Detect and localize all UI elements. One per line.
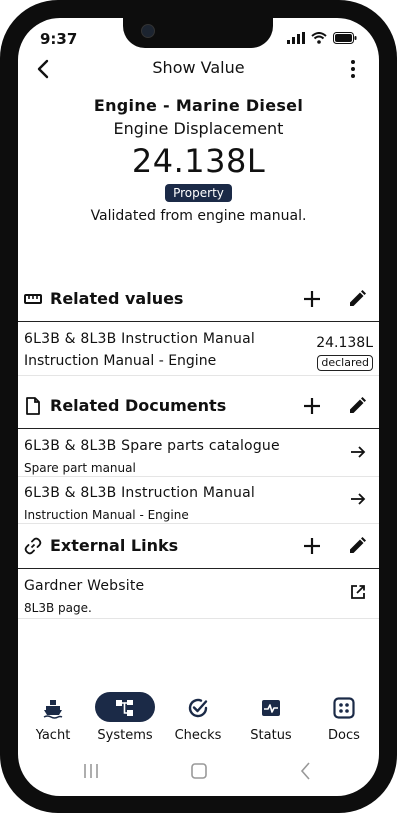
declared-tag: declared: [317, 355, 373, 371]
nav-label: Yacht: [35, 728, 71, 743]
value-name: Engine Displacement: [113, 119, 284, 138]
docs-grid-icon: [333, 697, 355, 719]
ship-icon: [43, 700, 63, 719]
related-documents-header: Related Documents: [18, 384, 379, 429]
add-related-value-icon[interactable]: [301, 288, 323, 310]
document-subtitle: Spare part manual: [24, 461, 136, 475]
open-external-icon[interactable]: [349, 583, 367, 601]
nav-systems[interactable]: Systems: [90, 688, 160, 748]
document-subtitle: Instruction Manual - Engine: [24, 508, 189, 522]
related-value-title: 6L3B & 8L3B Instruction Manual: [24, 331, 255, 347]
arrow-right-icon[interactable]: [349, 443, 367, 461]
phone-frame: 9:37 Show Value Engine - Marine Diesel E…: [0, 0, 397, 813]
page-title: Show Value: [152, 58, 245, 77]
signal-icon: [287, 32, 305, 44]
add-external-link-icon[interactable]: [301, 535, 323, 557]
value-type-badge: Property: [165, 184, 232, 202]
nav-label: Status: [250, 728, 292, 743]
value-summary: Engine - Marine Diesel Engine Displaceme…: [18, 96, 379, 224]
app-bar: Show Value: [18, 54, 379, 84]
pulse-icon: [262, 700, 280, 716]
nav-docs[interactable]: Docs: [309, 688, 379, 748]
wifi-icon: [311, 32, 327, 44]
value-amount: 24.138L: [131, 142, 266, 180]
nav-label: Systems: [97, 728, 153, 743]
system-back-icon[interactable]: [296, 761, 316, 781]
bottom-navigation: Yacht Systems Checks Status Docs: [18, 688, 379, 748]
external-link-row[interactable]: Gardner Website 8L3B page.: [18, 570, 379, 619]
nav-yacht[interactable]: Yacht: [18, 688, 88, 748]
nav-checks[interactable]: Checks: [163, 688, 233, 748]
nav-label: Checks: [174, 728, 222, 743]
external-link-subtitle: 8L3B page.: [24, 601, 92, 615]
more-vertical-icon[interactable]: [341, 57, 365, 81]
home-icon[interactable]: [189, 761, 209, 781]
recent-apps-icon[interactable]: [81, 761, 101, 781]
nav-status[interactable]: Status: [236, 688, 306, 748]
external-link-title: Gardner Website: [24, 578, 145, 594]
external-links-header: External Links: [18, 524, 379, 569]
value-note: Validated from engine manual.: [90, 208, 307, 224]
edit-related-values-icon[interactable]: [347, 289, 367, 309]
related-values-header: Related values: [18, 277, 379, 322]
ruler-icon: [24, 294, 42, 304]
nav-label: Docs: [328, 728, 360, 743]
document-icon: [26, 397, 40, 415]
add-related-document-icon[interactable]: [301, 395, 323, 417]
status-bar: 9:37: [18, 18, 379, 58]
edit-external-links-icon[interactable]: [347, 536, 367, 556]
battery-icon: [333, 32, 357, 44]
status-time: 9:37: [40, 30, 78, 48]
document-title: 6L3B & 8L3B Instruction Manual: [24, 485, 255, 501]
related-documents-title: Related Documents: [50, 396, 227, 415]
document-title: 6L3B & 8L3B Spare parts catalogue: [24, 438, 280, 454]
link-icon: [24, 537, 42, 555]
check-circle-icon: [188, 698, 208, 718]
related-value-amount: 24.138L: [316, 335, 373, 351]
document-row[interactable]: 6L3B & 8L3B Spare parts catalogue Spare …: [18, 430, 379, 477]
external-links-title: External Links: [50, 536, 179, 555]
related-values-title: Related values: [50, 289, 184, 308]
value-subject: Engine - Marine Diesel: [93, 96, 304, 115]
systems-icon: [116, 700, 133, 716]
system-navigation-bar: [18, 753, 379, 789]
related-value-subtitle: Instruction Manual - Engine: [24, 353, 217, 369]
related-value-row[interactable]: 6L3B & 8L3B Instruction Manual Instructi…: [18, 323, 379, 376]
status-icons: [287, 32, 357, 44]
edit-related-documents-icon[interactable]: [347, 396, 367, 416]
document-row[interactable]: 6L3B & 8L3B Instruction Manual Instructi…: [18, 477, 379, 524]
arrow-right-icon[interactable]: [349, 490, 367, 508]
screen: 9:37 Show Value Engine - Marine Diesel E…: [18, 18, 379, 796]
